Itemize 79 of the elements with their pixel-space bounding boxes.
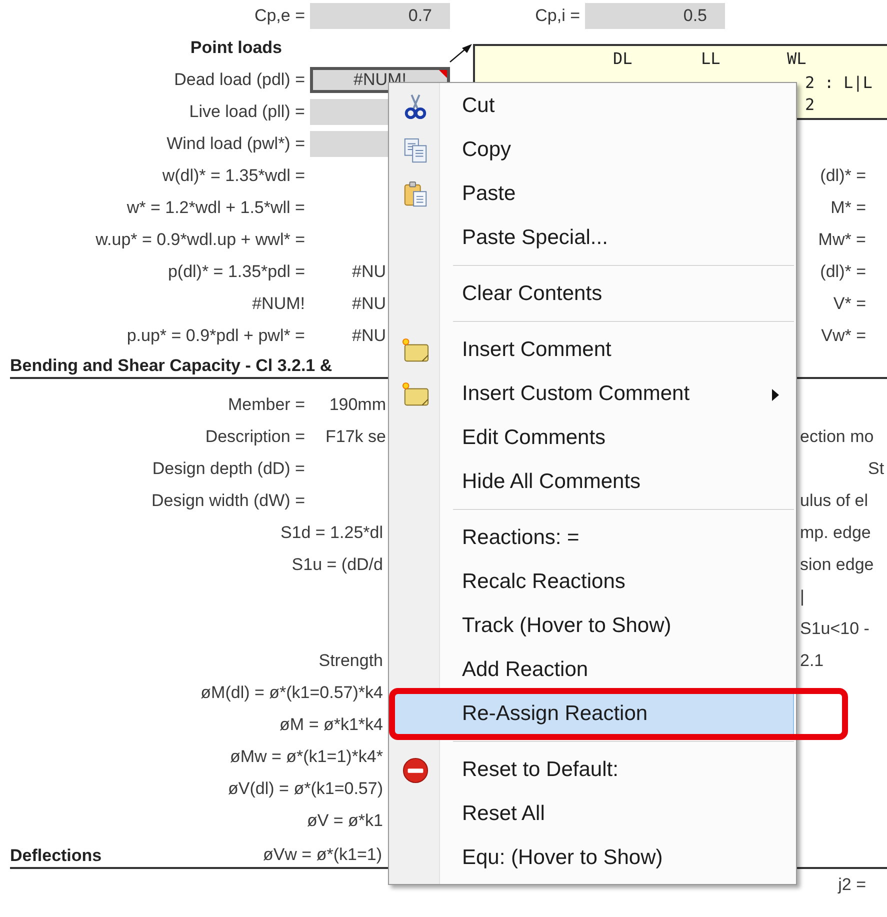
stop-icon	[402, 757, 429, 784]
clipboard-icon	[402, 181, 429, 208]
field-label: Mw* =	[818, 230, 866, 250]
label-text: sion edge	[800, 555, 874, 575]
formula-label: Strength	[318, 651, 383, 671]
field-label: w.up* = 0.9*wdl.up + wwl* =	[96, 230, 305, 250]
input-cell[interactable]	[310, 131, 388, 157]
label-text: mp. edge	[800, 523, 871, 543]
field-label: Cp,i =	[534, 6, 580, 26]
scissors-icon	[402, 93, 429, 120]
column-header: DL	[613, 49, 632, 68]
group-label: Point loads	[190, 38, 282, 58]
menu-item[interactable]: Clear Contents	[391, 272, 794, 316]
input-cell[interactable]: 0.7	[310, 3, 450, 29]
menu-item[interactable]: Copy	[391, 128, 794, 172]
menu-item[interactable]: Edit Comments	[391, 416, 794, 460]
comment-text: 2 : L|L	[805, 73, 872, 92]
menu-item[interactable]: Paste	[391, 172, 794, 216]
menu-item[interactable]: Insert Comment	[391, 328, 794, 372]
section-heading: Deflections	[10, 846, 102, 866]
column-header: LL	[701, 49, 720, 68]
section-heading: Bending and Shear Capacity - Cl 3.2.1 &	[10, 356, 332, 376]
field-label: w* = 1.2*wdl + 1.5*wll =	[126, 198, 305, 218]
field-label: Design depth (dD) =	[152, 459, 305, 479]
field-label: (dl)* =	[820, 166, 866, 186]
comment-indicator-icon	[439, 70, 447, 78]
formula-label: øM(dl) = ø*(k1=0.57)*k4	[200, 683, 383, 703]
input-cell[interactable]: 0.5	[585, 3, 725, 29]
menu-item[interactable]: Reactions: =	[391, 516, 794, 560]
field-label: (dl)* =	[820, 262, 866, 282]
value-text: F17k se	[324, 427, 386, 447]
menu-item[interactable]: Reset to Default:	[391, 748, 794, 792]
field-label: Dead load (pdl) =	[174, 70, 305, 90]
menu-item[interactable]: Insert Custom Comment	[391, 372, 794, 416]
field-label: Description =	[205, 427, 305, 447]
comment-text: 2	[805, 95, 815, 114]
menu-item[interactable]: Hide All Comments	[391, 460, 794, 504]
menu-item[interactable]: Equ: (Hover to Show)	[391, 836, 794, 880]
label-text: 2.1	[800, 651, 824, 671]
field-label: p(dl)* = 1.35*pdl =	[168, 262, 305, 282]
formula-label: øM = ø*k1*k4	[280, 715, 383, 735]
formula-label: øV(dl) = ø*(k1=0.57)	[228, 779, 383, 799]
note-icon	[402, 337, 429, 364]
field-label: p.up* = 0.9*pdl + pwl* =	[126, 326, 305, 346]
field-label: V* =	[833, 294, 866, 314]
label-text: S1u<10 -	[800, 619, 870, 639]
value-text: #NU	[350, 294, 386, 314]
field-label: Live load (pll) =	[189, 102, 305, 122]
field-label: Vw* =	[821, 326, 866, 346]
menu-item[interactable]: Track (Hover to Show)	[391, 604, 794, 648]
field-label: Wind load (pwl*) =	[166, 134, 305, 154]
copy-icon	[402, 137, 429, 164]
formula-label: S1u = (dD/d	[292, 555, 383, 575]
field-label: w(dl)* = 1.35*wdl =	[162, 166, 305, 186]
field-label: j2 =	[838, 875, 866, 895]
formula-label: øMw = ø*(k1=1)*k4*	[230, 747, 383, 767]
field-label: Design width (dW) =	[151, 491, 305, 511]
column-header: WL	[787, 49, 806, 68]
value-text: #NU	[350, 262, 386, 282]
comment-pointer-arrow	[448, 42, 474, 64]
value-text: #NU	[350, 326, 386, 346]
label-text: |	[800, 587, 804, 607]
field-label: #NUM!	[252, 294, 305, 314]
label-text: ection mo	[800, 427, 874, 447]
field-label: Cp,e =	[254, 6, 305, 26]
input-cell[interactable]	[310, 99, 388, 125]
formula-label: øVw = ø*(k1=1)	[262, 845, 382, 865]
menu-item[interactable]: Recalc Reactions	[391, 560, 794, 604]
label-text: St	[868, 459, 884, 479]
note-icon	[402, 381, 429, 408]
menu-item[interactable]: Reset All	[391, 792, 794, 836]
label-text: ulus of el	[800, 491, 868, 511]
menu-item[interactable]: Paste Special...	[391, 216, 794, 260]
field-label: Member =	[228, 395, 305, 415]
field-label: M* =	[830, 198, 866, 218]
formula-label: S1d = 1.25*dl	[280, 523, 383, 543]
menu-item[interactable]: Add Reaction	[391, 648, 794, 692]
formula-label: øV = ø*k1	[306, 811, 383, 831]
value-text: 190mm	[328, 395, 386, 415]
